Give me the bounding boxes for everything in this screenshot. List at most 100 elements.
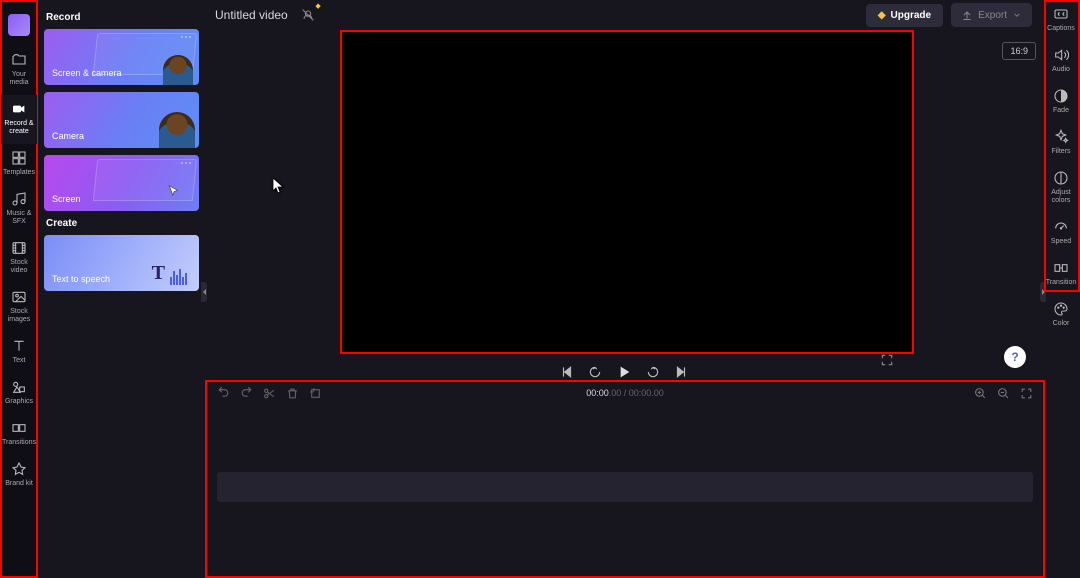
undo-button[interactable] [217,387,230,400]
frame-forward-button[interactable] [646,365,660,379]
rail-transition[interactable]: Transition [1043,254,1079,295]
record-create-panel: Record Screen & camera Camera Screen Cre… [38,0,205,578]
frame-back-button[interactable] [588,365,602,379]
folder-icon [11,52,27,68]
upgrade-button[interactable]: ◆ Upgrade [866,4,943,27]
card-label: Screen [52,194,81,204]
split-button[interactable] [263,387,276,400]
redo-button[interactable] [240,387,253,400]
nav-label: Stock video [1,259,37,275]
camera-icon [11,101,27,117]
nav-stock-video[interactable]: Stock video [1,234,37,283]
adjust-icon [1053,170,1069,186]
preview-stage: 16:9 ? [205,30,1042,380]
nav-label: Brand kit [3,480,35,488]
cc-icon [1053,6,1069,22]
fullscreen-button[interactable] [880,353,894,372]
text-icon [11,338,27,354]
nav-label: Your media [1,71,37,87]
rail-filters[interactable]: Filters [1043,123,1079,164]
record-heading: Record [46,12,199,23]
nav-text[interactable]: Text [1,332,37,373]
templates-icon [11,150,27,166]
preview-canvas[interactable] [342,32,912,352]
nav-your-media[interactable]: Your media [1,46,37,95]
gem-icon: ◆ [878,10,886,21]
fade-icon [1053,88,1069,104]
zoom-out-button[interactable] [997,387,1010,400]
project-title[interactable]: Untitled video [215,8,288,22]
nav-brand-kit[interactable]: Brand kit [1,455,37,496]
image-icon [11,289,27,305]
rail-audio[interactable]: Audio [1043,41,1079,82]
nav-templates[interactable]: Templates [1,144,37,185]
transition-icon [1053,260,1069,276]
delete-button[interactable] [286,387,299,400]
color-icon [1053,301,1069,317]
play-button[interactable] [616,364,632,380]
nav-label: Music & SFX [1,210,37,226]
transitions-icon [11,420,27,436]
rail-fade[interactable]: Fade [1043,82,1079,123]
save-status-icon: ◆ [300,7,316,23]
nav-label: Graphics [3,398,35,406]
speed-icon [1053,219,1069,235]
timeline-track[interactable] [217,472,1033,502]
nav-graphics[interactable]: Graphics [1,373,37,414]
upgrade-label: Upgrade [891,10,932,21]
nav-label: Transitions [0,439,38,447]
crop-button[interactable] [309,387,322,400]
rail-label: Audio [1051,66,1071,74]
graphics-icon [11,379,27,395]
nav-music-sfx[interactable]: Music & SFX [1,185,37,234]
rail-speed[interactable]: Speed [1043,213,1079,254]
timeline-toolbar: 00:00.00 / 00:00.00 [207,382,1043,404]
help-button[interactable]: ? [1004,346,1026,368]
nav-stock-images[interactable]: Stock images [1,283,37,332]
skip-end-button[interactable] [674,365,688,379]
right-rail: Captions Audio Fade Filters Adjust color… [1042,0,1080,578]
preview-area[interactable] [340,30,914,354]
left-nav: Your media Record & create Templates Mus… [0,0,38,578]
nav-label: Record & create [1,120,37,136]
aspect-ratio-chip[interactable]: 16:9 [1002,42,1036,60]
rail-label: Transition [1045,279,1077,287]
film-icon [11,240,27,256]
rail-label: Captions [1046,25,1076,33]
diamond-icon: ◆ [315,2,320,10]
rail-adjust-colors[interactable]: Adjust colors [1043,164,1079,213]
rail-label: Adjust colors [1043,189,1079,205]
rail-color[interactable]: Color [1043,295,1079,336]
card-screen-and-camera[interactable]: Screen & camera [44,29,199,85]
nav-label: Stock images [1,308,37,324]
skip-start-button[interactable] [560,365,574,379]
upload-icon [961,9,973,21]
export-button[interactable]: Export [951,3,1032,27]
rail-label: Speed [1050,238,1072,246]
chevron-down-icon [1012,10,1022,20]
question-icon: ? [1011,350,1018,364]
timeline-timecode: 00:00.00 / 00:00.00 [586,388,664,398]
app-logo[interactable] [8,14,30,36]
zoom-fit-button[interactable] [1020,387,1033,400]
rail-label: Fade [1052,107,1070,115]
create-heading: Create [46,218,199,229]
nav-transitions[interactable]: Transitions [1,414,37,455]
card-screen[interactable]: Screen [44,155,199,211]
audio-icon [1053,47,1069,63]
card-label: Camera [52,131,84,141]
nav-record-create[interactable]: Record & create [1,95,37,144]
cursor-icon [167,184,181,203]
timeline: 00:00.00 / 00:00.00 [205,380,1045,578]
avatar-illustration [163,55,193,85]
card-camera[interactable]: Camera [44,92,199,148]
avatar-illustration [159,112,195,148]
card-illustration [93,159,197,201]
card-label: Screen & camera [52,68,122,78]
filters-icon [1053,129,1069,145]
card-text-to-speech[interactable]: T Text to speech [44,235,199,291]
zoom-in-button[interactable] [974,387,987,400]
rail-captions[interactable]: Captions [1043,0,1079,41]
brand-icon [11,461,27,477]
transport-controls [560,364,688,380]
